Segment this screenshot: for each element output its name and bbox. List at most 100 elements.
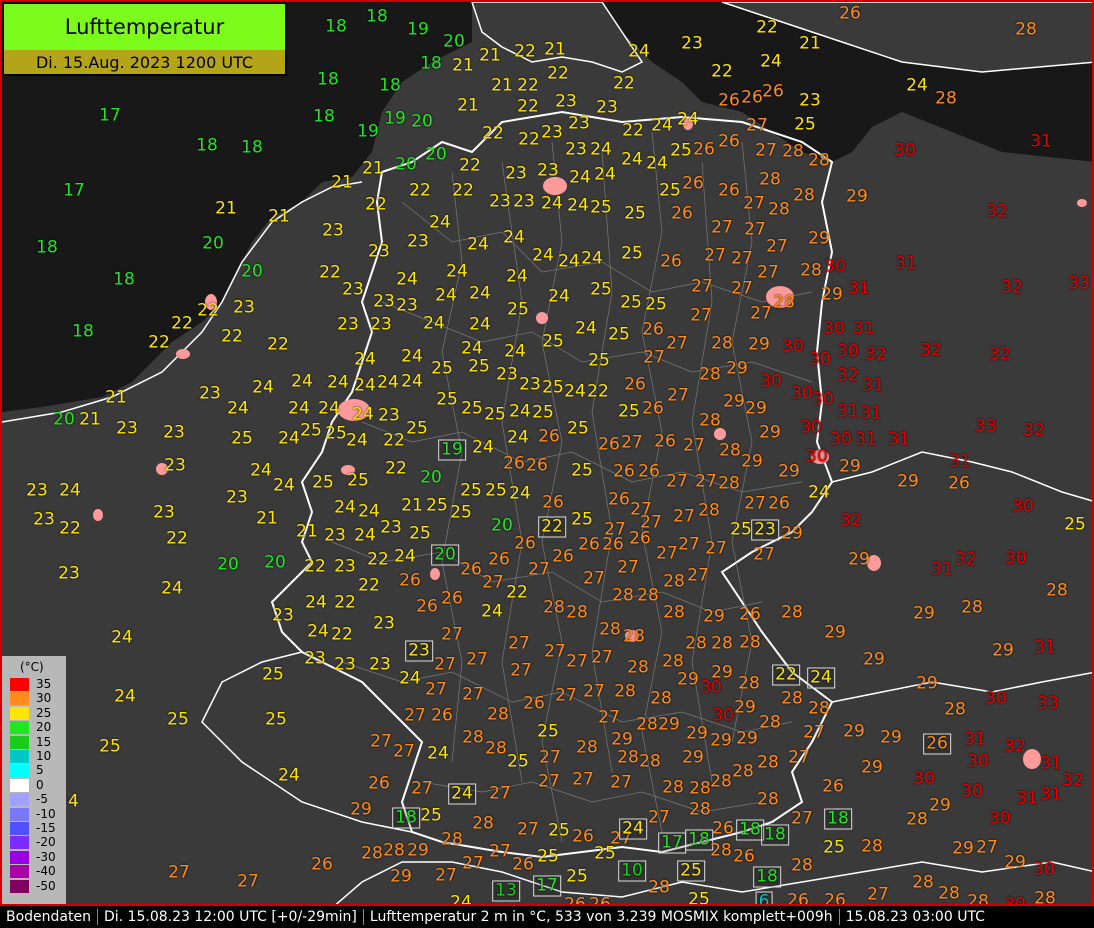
- station-temperature[interactable]: 26: [718, 92, 740, 110]
- station-temperature[interactable]: 32: [955, 551, 977, 569]
- station-temperature[interactable]: 27: [621, 434, 643, 452]
- station-temperature[interactable]: 23: [26, 482, 48, 500]
- station-temperature[interactable]: 27: [755, 142, 777, 160]
- station-temperature[interactable]: 24: [305, 594, 327, 612]
- station-temperature[interactable]: 24: [450, 894, 472, 904]
- station-temperature[interactable]: 28: [698, 502, 720, 520]
- station-temperature[interactable]: 21: [491, 77, 513, 95]
- station-temperature[interactable]: 22: [148, 334, 170, 352]
- station-temperature[interactable]: 23: [58, 565, 80, 583]
- station-temperature[interactable]: 25: [823, 839, 845, 857]
- station-temperature[interactable]: 26: [399, 572, 421, 590]
- station-temperature[interactable]: 27: [411, 780, 433, 798]
- station-temperature[interactable]: 28: [639, 753, 661, 771]
- station-temperature[interactable]: 25: [450, 504, 472, 522]
- station-temperature[interactable]: 23: [370, 316, 392, 334]
- station-temperature[interactable]: 28: [627, 659, 649, 677]
- station-temperature[interactable]: 29: [913, 605, 935, 623]
- station-temperature[interactable]: 28: [663, 573, 685, 591]
- station-temperature[interactable]: 18: [72, 323, 94, 341]
- station-temperature[interactable]: 23: [164, 457, 186, 475]
- station-temperature[interactable]: 31: [949, 453, 971, 471]
- station-temperature[interactable]: 28: [472, 815, 494, 833]
- station-temperature[interactable]: 23: [199, 385, 221, 403]
- station-temperature[interactable]: 25: [590, 281, 612, 299]
- station-temperature[interactable]: 24: [227, 400, 249, 418]
- station-temperature[interactable]: 25: [325, 425, 347, 443]
- station-temperature[interactable]: 24: [594, 166, 616, 184]
- station-temperature[interactable]: 32: [840, 512, 862, 530]
- station-temperature[interactable]: 29: [897, 473, 919, 491]
- station-temperature[interactable]: 25: [677, 860, 705, 882]
- station-temperature[interactable]: 27: [544, 643, 566, 661]
- station-temperature[interactable]: 17: [533, 875, 561, 897]
- station-temperature[interactable]: 23: [304, 650, 326, 668]
- station-temperature[interactable]: 22: [59, 520, 81, 538]
- station-temperature[interactable]: 27: [566, 653, 588, 671]
- station-temperature[interactable]: 30: [830, 431, 852, 449]
- station-temperature[interactable]: 23: [596, 99, 618, 117]
- station-temperature[interactable]: 21: [331, 174, 353, 192]
- station-temperature[interactable]: 31: [1040, 786, 1062, 804]
- station-temperature[interactable]: 30: [961, 783, 983, 801]
- station-temperature[interactable]: 20: [443, 33, 465, 51]
- station-temperature[interactable]: 24: [352, 406, 374, 424]
- station-temperature[interactable]: 24: [469, 285, 491, 303]
- station-temperature[interactable]: 23: [369, 656, 391, 674]
- station-temperature[interactable]: 24: [291, 373, 313, 391]
- station-temperature[interactable]: 28: [1034, 890, 1056, 904]
- station-temperature[interactable]: 18: [736, 819, 764, 841]
- station-temperature[interactable]: 30: [806, 448, 828, 466]
- station-temperature[interactable]: 25: [624, 205, 646, 223]
- station-temperature[interactable]: 31: [853, 320, 875, 338]
- station-temperature[interactable]: 29: [682, 749, 704, 767]
- station-temperature[interactable]: 27: [466, 651, 488, 669]
- station-temperature[interactable]: 21: [452, 57, 474, 75]
- station-temperature[interactable]: 18: [753, 866, 781, 888]
- station-temperature[interactable]: 20: [420, 469, 442, 487]
- station-temperature[interactable]: 25: [588, 352, 610, 370]
- station-temperature[interactable]: 24: [288, 400, 310, 418]
- station-temperature[interactable]: 24: [481, 603, 503, 621]
- station-temperature[interactable]: 28: [699, 366, 721, 384]
- station-temperature[interactable]: 25: [590, 199, 612, 217]
- station-temperature[interactable]: 25: [537, 848, 559, 866]
- station-temperature[interactable]: 27: [462, 686, 484, 704]
- station-temperature[interactable]: 28: [1046, 582, 1068, 600]
- station-temperature[interactable]: 23: [368, 243, 390, 261]
- station-temperature[interactable]: 24: [808, 484, 830, 502]
- station-temperature[interactable]: 25: [571, 462, 593, 480]
- station-temperature[interactable]: 27: [617, 559, 639, 577]
- station-temperature[interactable]: 24: [469, 316, 491, 334]
- station-temperature[interactable]: 29: [710, 732, 732, 750]
- station-temperature[interactable]: 29: [1004, 854, 1026, 872]
- station-temperature[interactable]: 23: [541, 124, 563, 142]
- station-temperature[interactable]: 27: [591, 649, 613, 667]
- station-temperature[interactable]: 24: [435, 287, 457, 305]
- station-temperature[interactable]: 26: [589, 896, 611, 904]
- station-temperature[interactable]: 27: [462, 855, 484, 873]
- station-temperature[interactable]: 21: [256, 510, 278, 528]
- station-temperature[interactable]: 28: [617, 749, 639, 767]
- station-temperature[interactable]: 24: [401, 348, 423, 366]
- station-temperature[interactable]: 27: [731, 280, 753, 298]
- station-temperature[interactable]: 21: [105, 389, 127, 407]
- station-temperature[interactable]: 27: [690, 307, 712, 325]
- station-temperature[interactable]: 26: [762, 83, 784, 101]
- station-temperature[interactable]: 28: [773, 294, 795, 312]
- station-temperature[interactable]: 25: [265, 711, 287, 729]
- station-temperature[interactable]: 21: [79, 411, 101, 429]
- station-temperature[interactable]: 24: [161, 580, 183, 598]
- station-temperature[interactable]: 29: [863, 651, 885, 669]
- station-temperature[interactable]: 27: [643, 349, 665, 367]
- station-temperature[interactable]: 28: [383, 842, 405, 860]
- station-temperature[interactable]: 18: [366, 8, 388, 26]
- station-temperature[interactable]: 25: [99, 738, 121, 756]
- station-temperature[interactable]: 25: [567, 420, 589, 438]
- station-temperature[interactable]: 29: [350, 801, 372, 819]
- station-temperature[interactable]: 24: [548, 288, 570, 306]
- station-temperature[interactable]: 20: [241, 263, 263, 281]
- station-temperature[interactable]: 29: [843, 723, 865, 741]
- station-temperature[interactable]: 25: [645, 296, 667, 314]
- station-temperature[interactable]: 18: [196, 137, 218, 155]
